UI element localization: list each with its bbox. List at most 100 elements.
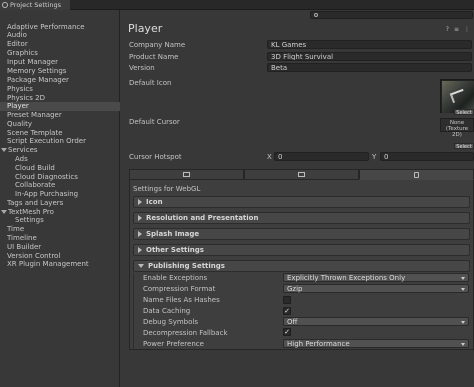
- sidebar-item-editor[interactable]: Editor: [0, 40, 120, 49]
- sidebar-item-label: TextMesh Pro: [8, 208, 54, 216]
- power-preference-dropdown[interactable]: High Performance: [283, 339, 469, 348]
- gear-icon: [2, 2, 8, 8]
- search-input[interactable]: [310, 11, 473, 19]
- dropdown-value: High Performance: [287, 340, 350, 348]
- help-icon[interactable]: ?: [446, 26, 449, 33]
- sidebar-item-in-app-purchasing[interactable]: In-App Purchasing: [0, 190, 120, 199]
- expand-arrow-icon[interactable]: [1, 210, 7, 214]
- cursor-hotspot-label: Cursor Hotspot: [129, 153, 182, 161]
- company-name-label: Company Name: [129, 41, 186, 49]
- hotspot-y-field[interactable]: 0: [380, 152, 474, 161]
- sidebar-item-memory-settings[interactable]: Memory Settings: [0, 67, 120, 76]
- icon-select-button[interactable]: Select: [454, 109, 474, 116]
- default-icon-slot[interactable]: [440, 79, 474, 113]
- chevron-down-icon: [461, 343, 465, 346]
- preset-icon[interactable]: ≡: [454, 26, 459, 33]
- section-title: Icon: [146, 198, 163, 206]
- version-field[interactable]: Beta: [267, 63, 472, 72]
- name-files-as-hashes-label: Name Files As Hashes: [143, 296, 220, 304]
- decompression-fallback-label: Decompression Fallback: [143, 329, 228, 337]
- section-resolution[interactable]: Resolution and Presentation: [133, 212, 470, 224]
- hotspot-y-label: Y: [372, 153, 377, 161]
- section-title: Other Settings: [146, 246, 204, 254]
- sidebar-item-collaborate[interactable]: Collaborate: [0, 181, 120, 190]
- window-titlebar: Project Settings: [0, 0, 474, 10]
- sidebar-item-label: Services: [8, 146, 38, 154]
- sidebar-item-graphics[interactable]: Graphics: [0, 49, 120, 58]
- expand-arrow-icon: [138, 231, 142, 237]
- collapse-arrow-icon: [138, 264, 144, 268]
- sidebar-item-script-execution-order[interactable]: Script Execution Order: [0, 137, 120, 146]
- default-cursor-slot[interactable]: None (Texture 2D): [440, 118, 474, 138]
- cursor-select-button[interactable]: Select: [454, 143, 474, 150]
- product-name-label: Product Name: [129, 53, 179, 61]
- chevron-down-icon: [461, 321, 465, 324]
- debug-symbols-dropdown[interactable]: Off: [283, 317, 469, 326]
- tab-server[interactable]: [244, 169, 359, 180]
- server-icon: [298, 172, 305, 177]
- debug-symbols-label: Debug Symbols: [143, 318, 198, 326]
- sidebar-item-audio[interactable]: Audio: [0, 31, 120, 40]
- name-files-as-hashes-checkbox[interactable]: [283, 296, 291, 304]
- dropdown-value: Explicitly Thrown Exceptions Only: [287, 274, 406, 282]
- section-icon[interactable]: Icon: [133, 196, 470, 208]
- compression-format-dropdown[interactable]: Gzip: [283, 284, 469, 293]
- sidebar-item-quality[interactable]: Quality: [0, 120, 120, 129]
- settings-sidebar: Adaptive Performance Audio Editor Graphi…: [0, 10, 120, 387]
- sidebar-item-xr-plugin-management[interactable]: XR Plugin Management: [0, 260, 120, 269]
- tab-title: Project Settings: [10, 1, 61, 9]
- data-caching-label: Data Caching: [143, 307, 191, 315]
- section-other-settings[interactable]: Other Settings: [133, 244, 470, 256]
- sidebar-item-tags-and-layers[interactable]: Tags and Layers: [0, 199, 120, 208]
- monitor-icon: [183, 172, 190, 177]
- chevron-down-icon: [461, 288, 465, 291]
- default-icon-label: Default Icon: [129, 79, 172, 87]
- expand-arrow-icon: [138, 247, 142, 253]
- sidebar-item-player[interactable]: Player: [0, 102, 120, 111]
- section-splash-image[interactable]: Splash Image: [133, 228, 470, 240]
- more-options-icon[interactable]: ⋮: [464, 26, 470, 33]
- version-label: Version: [129, 64, 155, 72]
- dropdown-value: Off: [287, 318, 298, 326]
- sidebar-item-services[interactable]: Services: [0, 146, 120, 155]
- default-cursor-label: Default Cursor: [129, 118, 180, 126]
- product-name-field[interactable]: 3D Flight Survival: [267, 52, 472, 61]
- sidebar-item-timeline[interactable]: Timeline: [0, 234, 120, 243]
- dropdown-value: Gzip: [287, 285, 303, 293]
- data-caching-checkbox[interactable]: ✓: [283, 307, 291, 315]
- hotspot-x-label: X: [267, 153, 272, 161]
- section-title: Splash Image: [146, 230, 200, 238]
- compression-format-label: Compression Format: [143, 285, 216, 293]
- company-name-field[interactable]: KL Games: [267, 40, 472, 49]
- enable-exceptions-dropdown[interactable]: Explicitly Thrown Exceptions Only: [283, 273, 469, 282]
- tab-webgl[interactable]: [359, 169, 474, 180]
- sidebar-item-time[interactable]: Time: [0, 225, 120, 234]
- webgl-icon: [414, 171, 419, 178]
- sidebar-item-package-manager[interactable]: Package Manager: [0, 76, 120, 85]
- sidebar-item-ui-builder[interactable]: UI Builder: [0, 243, 120, 252]
- expand-arrow-icon[interactable]: [1, 148, 7, 152]
- platform-tabs: [129, 169, 474, 180]
- section-publishing-settings[interactable]: Publishing Settings: [133, 260, 470, 272]
- section-title: Resolution and Presentation: [146, 214, 259, 222]
- sidebar-item-ads[interactable]: Ads: [0, 155, 120, 164]
- sidebar-item-cloud-build[interactable]: Cloud Build: [0, 164, 120, 173]
- header-icons: ? ≡ ⋮: [446, 26, 470, 33]
- tab-standalone[interactable]: [129, 169, 244, 180]
- power-preference-label: Power Preference: [143, 340, 204, 348]
- sidebar-item-physics[interactable]: Physics: [0, 85, 120, 94]
- project-settings-tab[interactable]: Project Settings: [0, 0, 70, 10]
- sidebar-item-settings[interactable]: Settings: [0, 216, 120, 225]
- decompression-fallback-checkbox[interactable]: ✓: [283, 328, 291, 336]
- search-icon: [314, 13, 318, 17]
- expand-arrow-icon: [138, 199, 142, 205]
- section-title: Publishing Settings: [148, 262, 225, 270]
- sidebar-item-preset-manager[interactable]: Preset Manager: [0, 111, 120, 120]
- sidebar-item-input-manager[interactable]: Input Manager: [0, 58, 120, 67]
- chevron-down-icon: [461, 277, 465, 280]
- page-title: Player: [128, 22, 163, 35]
- jet-icon: [449, 88, 467, 104]
- hotspot-x-field[interactable]: 0: [274, 152, 369, 161]
- enable-exceptions-label: Enable Exceptions: [143, 274, 208, 282]
- settings-for-label: Settings for WebGL: [133, 185, 201, 193]
